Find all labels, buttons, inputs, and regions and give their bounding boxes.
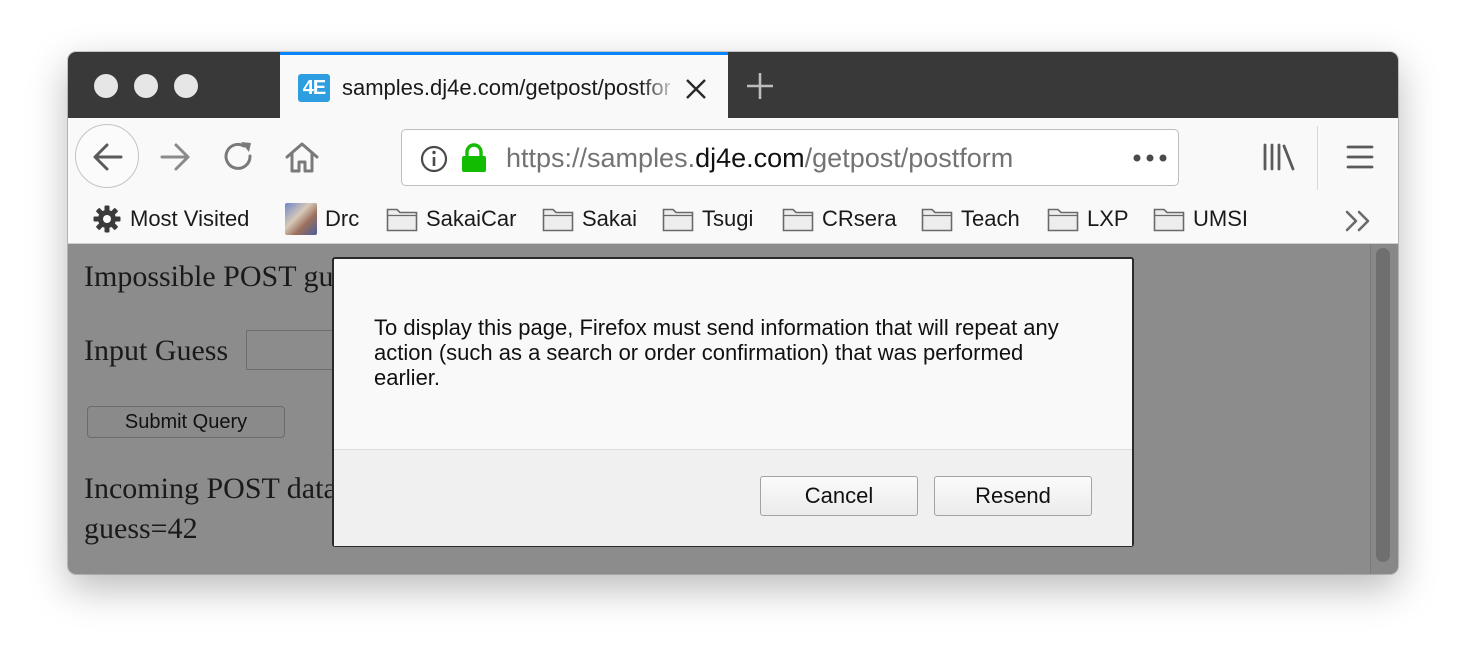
bookmark-folder-sakai[interactable]: Sakai: [542, 204, 637, 234]
home-icon[interactable]: [284, 140, 320, 174]
menu-icon[interactable]: [1346, 144, 1374, 170]
toolbar-separator: [1317, 126, 1318, 190]
folder-icon: [1047, 208, 1079, 232]
cancel-button[interactable]: Cancel: [760, 476, 918, 516]
bookmark-label: CRsera: [822, 206, 897, 231]
bookmark-folder-crsera[interactable]: CRsera: [782, 204, 897, 234]
bookmark-label: Sakai: [582, 206, 638, 231]
bookmark-label: Tsugi: [702, 206, 754, 231]
url-path: /getpost/postform: [804, 143, 1014, 173]
bookmark-folder-lxp[interactable]: LXP: [1047, 204, 1129, 234]
folder-icon: [386, 208, 418, 232]
bookmark-label: UMSI: [1193, 206, 1248, 231]
url-host: dj4e.com: [695, 143, 805, 173]
tab-title-fade: [640, 65, 680, 111]
bookmark-most-visited[interactable]: Most Visited: [92, 204, 249, 234]
minimize-window-button[interactable]: [134, 74, 158, 98]
zoom-window-button[interactable]: [174, 74, 198, 98]
tab-strip: 4E samples.dj4e.com/getpost/postform: [68, 52, 1398, 118]
bookmark-label: LXP: [1087, 206, 1129, 231]
bookmark-label: SakaiCar: [426, 206, 517, 231]
info-icon[interactable]: [420, 145, 448, 173]
url-text[interactable]: https://samples.dj4e.com/getpost/postfor…: [506, 143, 1013, 174]
bookmark-folder-umsi[interactable]: UMSI: [1153, 204, 1248, 234]
bookmark-label: Teach: [961, 206, 1020, 231]
lock-icon[interactable]: [460, 143, 488, 173]
new-tab-icon[interactable]: [744, 70, 776, 102]
tab-title: samples.dj4e.com/getpost/postform: [342, 75, 670, 100]
bookmark-drc[interactable]: Drc: [285, 203, 360, 235]
submit-query-button[interactable]: Submit Query: [87, 406, 285, 438]
close-tab-icon[interactable]: [684, 77, 708, 101]
url-bar[interactable]: https://samples.dj4e.com/getpost/postfor…: [401, 129, 1179, 186]
dialog-message: To display this page, Firefox must send …: [374, 315, 1059, 390]
navigation-toolbar: https://samples.dj4e.com/getpost/postfor…: [68, 118, 1398, 198]
page-actions-icon[interactable]: [1132, 152, 1168, 164]
chevron-double-right-icon[interactable]: [1344, 210, 1374, 232]
folder-icon: [782, 208, 814, 232]
url-prefix: https://samples.: [506, 143, 696, 173]
scrollbar-thumb[interactable]: [1376, 248, 1390, 562]
resend-dialog: To display this page, Firefox must send …: [332, 257, 1134, 547]
bookmark-folder-teach[interactable]: Teach: [921, 204, 1020, 234]
incoming-post-value: guess=42: [84, 512, 198, 545]
bookmark-label: Most Visited: [130, 206, 250, 231]
tab-active[interactable]: 4E samples.dj4e.com/getpost/postform: [280, 52, 728, 118]
library-icon[interactable]: [1262, 142, 1296, 172]
avatar: [285, 203, 317, 235]
folder-icon: [662, 208, 694, 232]
folder-icon: [542, 208, 574, 232]
close-window-button[interactable]: [94, 74, 118, 98]
incoming-post-label: Incoming POST data:: [84, 472, 346, 505]
back-button[interactable]: [75, 124, 139, 188]
browser-window: 4E samples.dj4e.com/getpost/postform htt…: [68, 52, 1398, 574]
site-favicon-icon: 4E: [298, 74, 330, 102]
resend-button[interactable]: Resend: [934, 476, 1092, 516]
forward-icon[interactable]: [158, 140, 192, 174]
gear-icon: [93, 205, 121, 233]
bookmark-folder-tsugi[interactable]: Tsugi: [662, 204, 753, 234]
folder-icon: [921, 208, 953, 232]
bookmark-label: Drc: [325, 206, 360, 231]
reload-icon[interactable]: [222, 140, 256, 174]
input-guess-label: Input Guess: [84, 334, 229, 367]
dialog-footer: Cancel Resend: [334, 449, 1132, 546]
back-icon: [93, 143, 123, 171]
folder-icon: [1153, 208, 1185, 232]
bookmarks-toolbar: Most Visited Drc SakaiCar Sakai Tsugi CR…: [68, 198, 1398, 244]
bookmark-folder-sakaicar[interactable]: SakaiCar: [386, 204, 516, 234]
